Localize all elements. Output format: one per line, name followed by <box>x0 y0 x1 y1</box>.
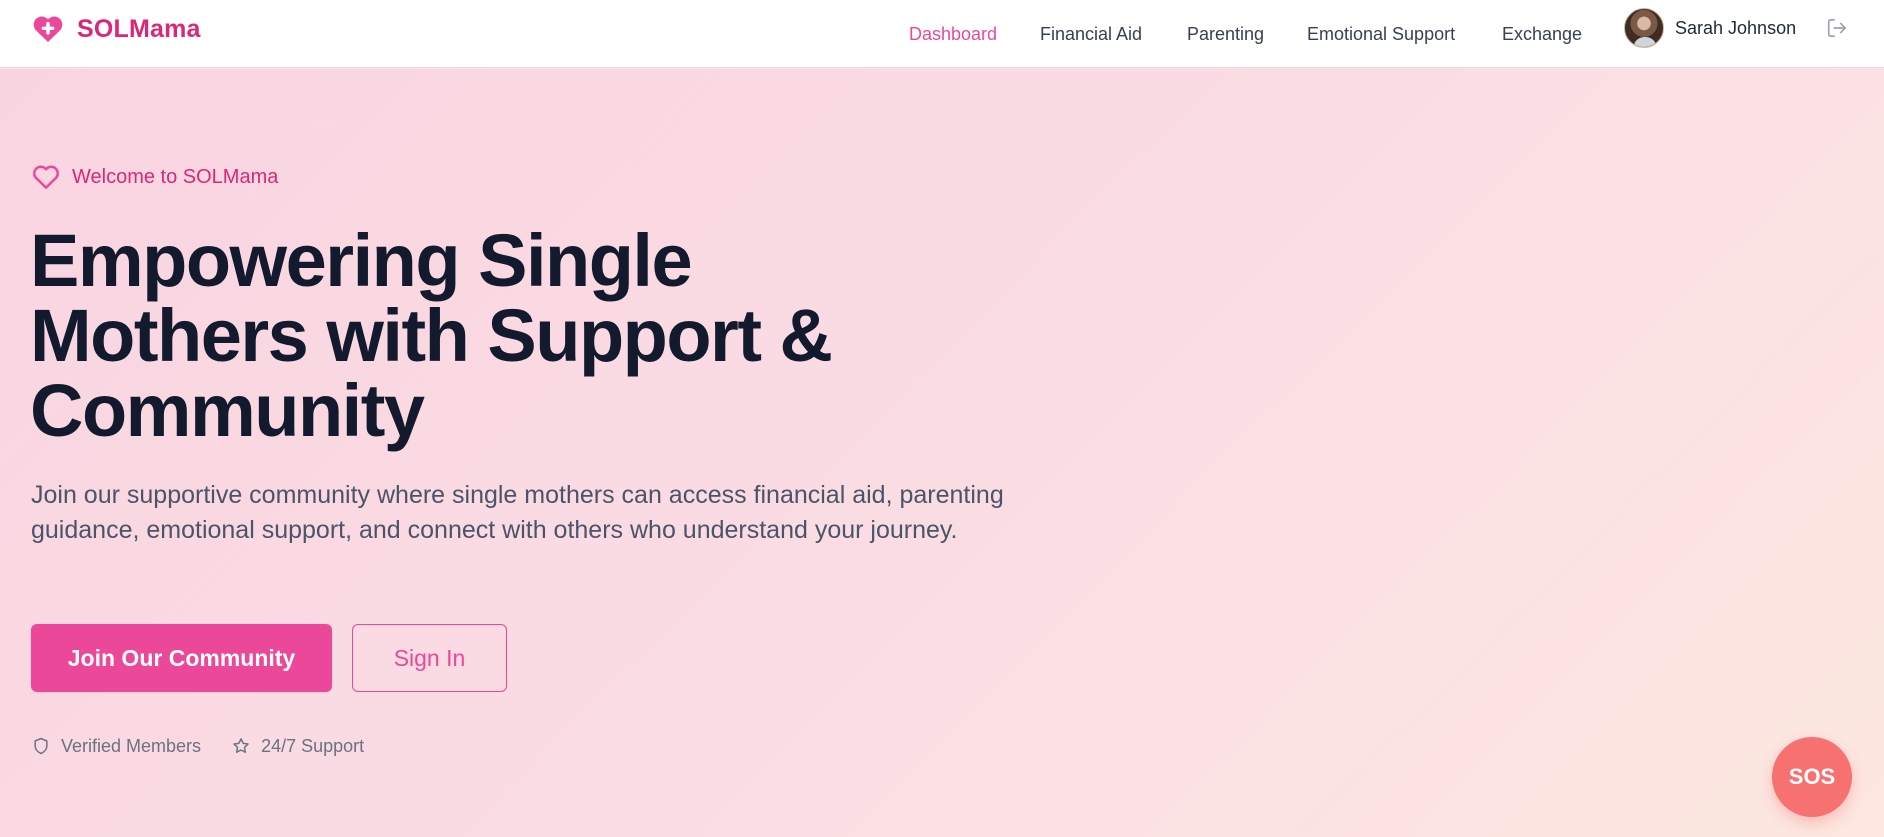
join-community-button[interactable]: Join Our Community <box>31 624 332 692</box>
star-icon <box>231 736 251 756</box>
heart-icon <box>31 162 61 192</box>
sos-button[interactable]: SOS <box>1772 737 1852 817</box>
user-name: Sarah Johnson <box>1675 17 1797 38</box>
hero-description: Join our supportive community where sing… <box>31 481 1004 544</box>
nav-exchange[interactable]: Exchange <box>1502 17 1582 51</box>
nav-parenting[interactable]: Parenting <box>1187 17 1264 51</box>
welcome-eyebrow: Welcome to SOLMama <box>31 162 278 192</box>
nav-financial-aid[interactable]: Financial Aid <box>1040 17 1142 51</box>
welcome-text: Welcome to SOLMama <box>72 165 279 188</box>
hero-section: Welcome to SOLMama Empowering Single Mot… <box>0 69 1884 837</box>
nav-emotional-support[interactable]: Emotional Support <box>1307 17 1455 51</box>
hero-headline: Empowering Single Mothers with Support &… <box>30 219 833 452</box>
feature-label: Verified Members <box>61 735 202 756</box>
avatar <box>1624 8 1664 48</box>
top-navbar: SOLMama Dashboard Financial Aid Parentin… <box>0 0 1884 68</box>
feature-support: 24/7 Support <box>231 736 364 757</box>
logout-icon[interactable] <box>1826 17 1848 39</box>
feature-label: 24/7 Support <box>261 735 365 756</box>
sign-in-button[interactable]: Sign In <box>352 624 507 692</box>
user-menu[interactable]: Sarah Johnson <box>1624 8 1796 48</box>
feature-list: Verified Members 24/7 Support <box>31 732 394 760</box>
shield-icon <box>31 736 51 756</box>
nav-dashboard[interactable]: Dashboard <box>909 17 997 51</box>
feature-verified-members: Verified Members <box>31 736 201 757</box>
main-nav: Dashboard Financial Aid Parenting Emotio… <box>0 0 1884 68</box>
